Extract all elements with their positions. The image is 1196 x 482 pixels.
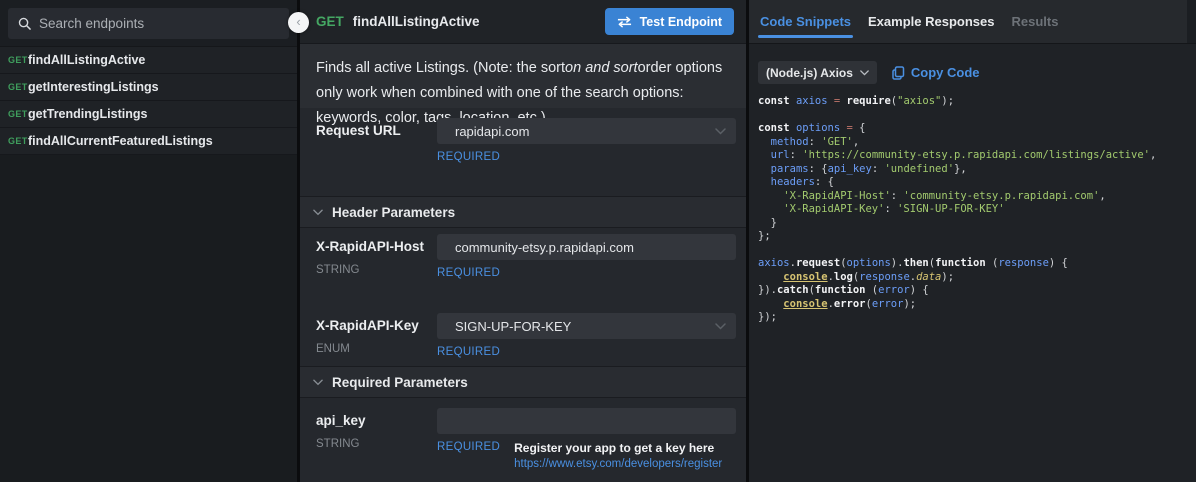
param-row-x-rapidapi-host: X-RapidAPI-Host STRING community-etsy.p.… [316,234,736,279]
test-endpoint-button[interactable]: Test Endpoint [605,8,734,35]
request-url-value: rapidapi.com [455,124,529,139]
api-hub-window: GET findAllListingActive GET getInterest… [0,0,1196,482]
sidebar-item-findAllCurrentFeaturedListings[interactable]: GET findAllCurrentFeaturedListings [0,128,297,155]
sidebar-item-getInterestingListings[interactable]: GET getInterestingListings [0,74,297,101]
x-rapidapi-host-input[interactable]: community-etsy.p.rapidapi.com [437,234,736,260]
required-parameters-section-toggle[interactable]: Required Parameters [300,366,746,398]
param-row-x-rapidapi-key: X-RapidAPI-Key ENUM SIGN-UP-FOR-KEY REQU… [316,313,736,358]
collapse-sidebar-button[interactable]: ‹ [288,12,309,33]
tab-code-snippets[interactable]: Code Snippets [758,0,853,43]
tab-example-responses[interactable]: Example Responses [866,0,996,43]
language-selector[interactable]: (Node.js) Axios [758,61,877,84]
section-title: Header Parameters [332,205,455,220]
required-badge: REQUIRED [437,441,500,453]
param-name: X-RapidAPI-Key [316,313,437,333]
sidebar-item-getTrendingListings[interactable]: GET getTrendingListings [0,101,297,128]
request-url-section: Request URL rapidapi.com REQUIRED [300,108,746,196]
param-name: X-RapidAPI-Host [316,234,437,254]
endpoint-method-label: GET [316,14,344,29]
request-url-label: Request URL [316,118,437,163]
endpoint-name: findAllListingActive [28,53,145,67]
param-type: ENUM [316,343,437,355]
code-block[interactable]: const axios = require("axios"); const op… [758,95,1196,325]
header-parameters-body: X-RapidAPI-Host STRING community-etsy.p.… [300,228,746,366]
chevron-down-icon [715,323,726,330]
endpoint-name: getInterestingListings [28,80,159,94]
required-badge: REQUIRED [437,267,736,279]
search-icon [18,17,31,30]
param-type: STRING [316,264,437,276]
code-toolbar: (Node.js) Axios Copy Code [758,61,1196,84]
endpoint-name: findAllCurrentFeaturedListings [28,134,213,148]
x-rapidapi-key-select[interactable]: SIGN-UP-FOR-KEY [437,313,736,339]
method-badge: GET [8,136,28,146]
chevron-down-icon [860,70,869,76]
method-badge: GET [8,109,28,119]
param-name: api_key [316,408,437,428]
chevron-down-icon [313,209,323,216]
panel-edge-strip [1187,0,1196,43]
method-badge: GET [8,55,28,65]
chevron-down-icon [313,379,323,386]
search-input[interactable] [39,16,279,31]
endpoints-sidebar: GET findAllListingActive GET getInterest… [0,0,297,482]
param-type: STRING [316,438,437,450]
endpoint-title: findAllListingActive [353,14,480,29]
param-note: Register your app to get a key here [514,441,722,455]
required-badge: REQUIRED [437,346,736,358]
endpoint-description: Finds all active Listings. (Note: the so… [300,44,746,108]
chevron-left-icon: ‹ [296,15,300,28]
code-panel: Code Snippets Example Responses Results … [749,0,1196,482]
exchange-arrows-icon [617,16,632,28]
copy-code-label: Copy Code [911,65,980,80]
endpoint-search-box[interactable] [8,8,289,39]
required-badge: REQUIRED [437,151,736,163]
register-link[interactable]: https://www.etsy.com/developers/register [514,458,722,470]
section-title: Required Parameters [332,375,468,390]
test-endpoint-label: Test Endpoint [640,15,722,29]
request-url-select[interactable]: rapidapi.com [437,118,736,144]
endpoint-header: GET findAllListingActive Test Endpoint [300,0,746,44]
param-row-api-key: api_key STRING REQUIRED Register your ap… [316,408,736,470]
endpoint-name: getTrendingListings [28,107,147,121]
endpoint-detail-panel: GET findAllListingActive Test Endpoint F… [300,0,746,482]
copy-code-button[interactable]: Copy Code [892,65,980,80]
tab-results[interactable]: Results [1009,0,1060,43]
sidebar-empty-area [0,155,297,482]
method-badge: GET [8,82,28,92]
required-parameters-body: api_key STRING REQUIRED Register your ap… [300,398,746,482]
code-panel-tabs: Code Snippets Example Responses Results [749,0,1196,44]
copy-icon [892,66,905,80]
sidebar-item-findAllListingActive[interactable]: GET findAllListingActive [0,47,297,74]
header-parameters-section-toggle[interactable]: Header Parameters [300,196,746,228]
api-key-input[interactable] [437,408,736,434]
chevron-down-icon [715,128,726,135]
endpoint-list: GET findAllListingActive GET getInterest… [0,46,297,155]
